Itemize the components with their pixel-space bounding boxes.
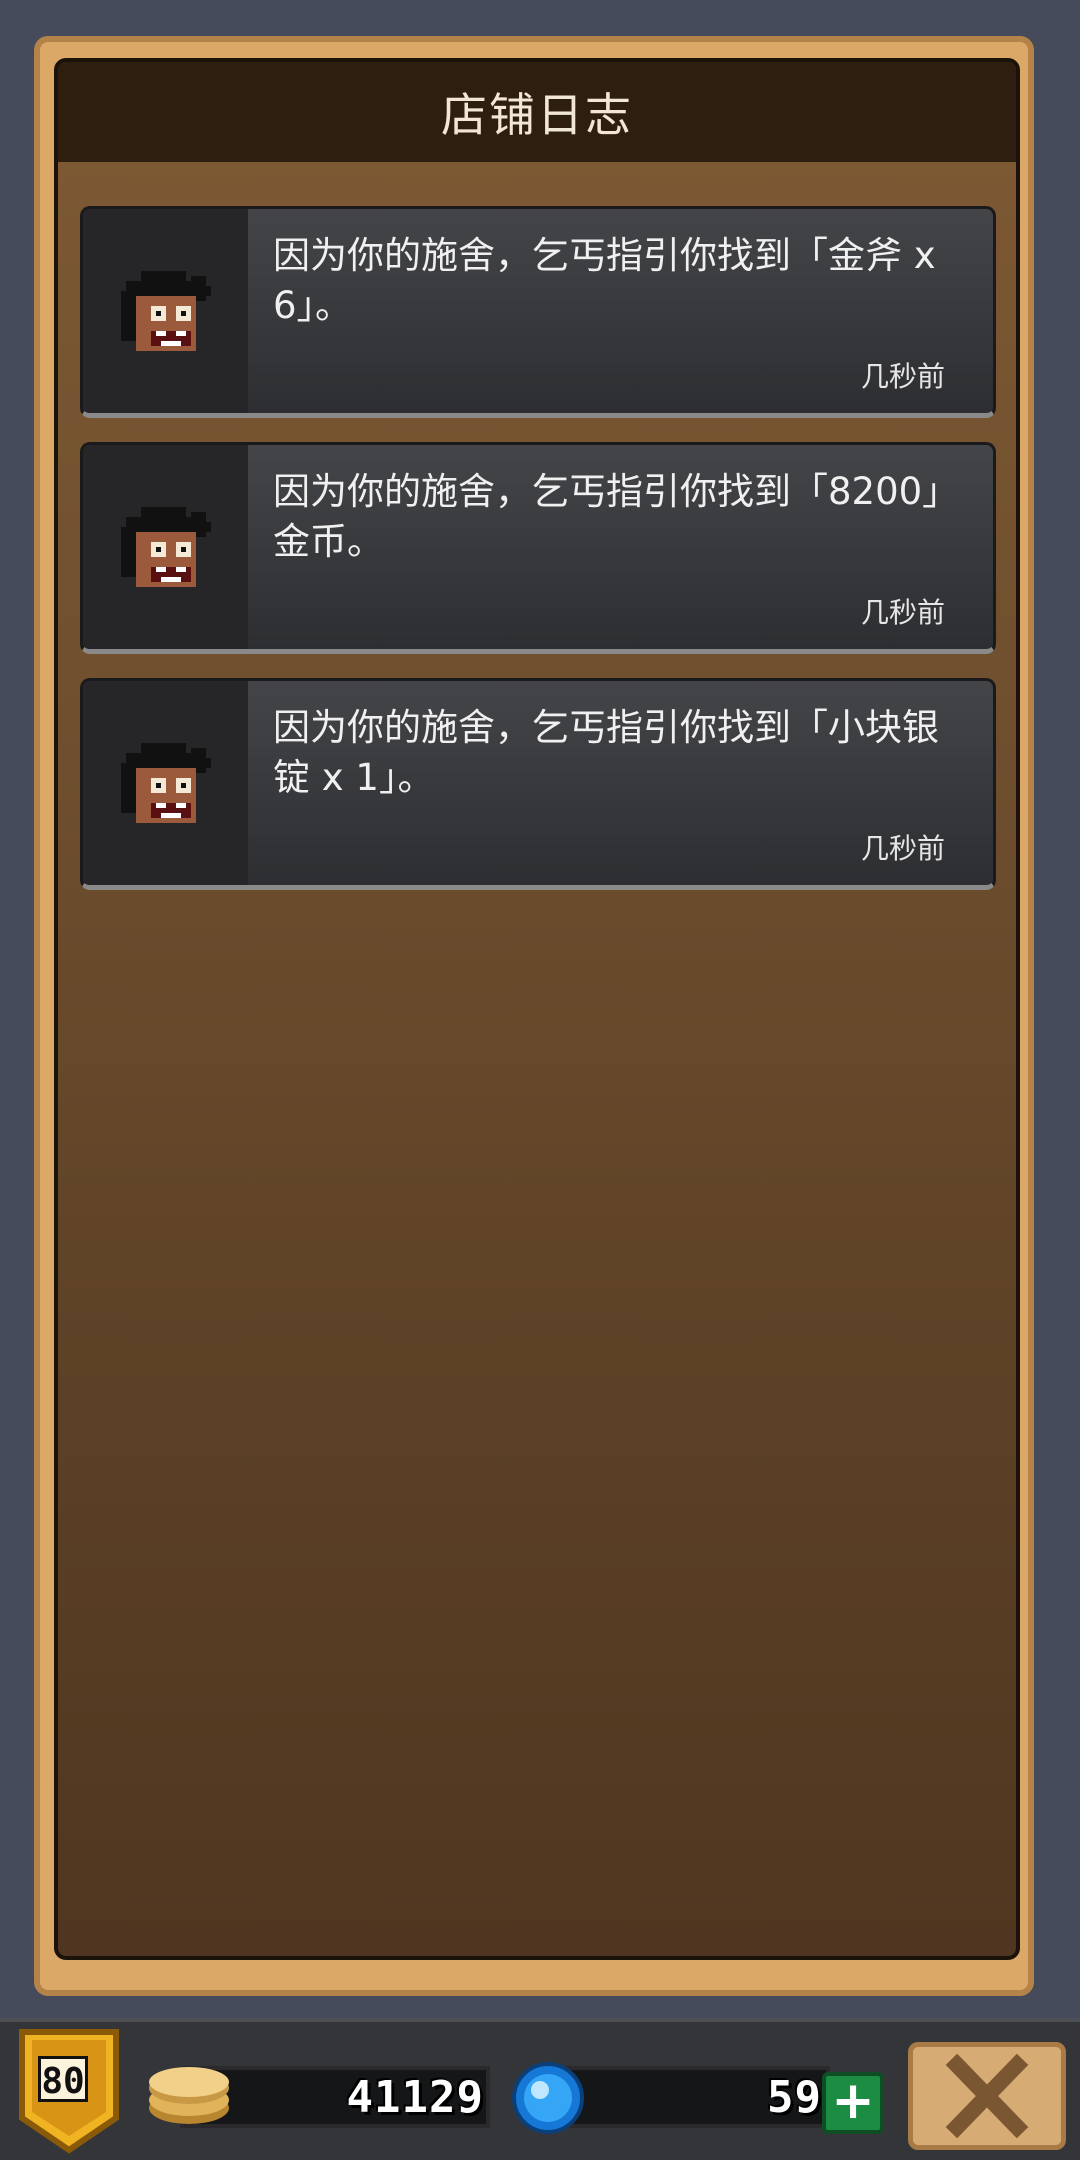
gold-amount: 41129 — [346, 2072, 484, 2123]
log-entry: 因为你的施舍，乞丐指引你找到「金斧 x 6」。 几秒前 — [80, 206, 996, 418]
shop-log-panel: 店铺日志 因为你的施舍，乞丐指引你找到「金斧 x 6」。 几秒前 因为你的施舍，… — [54, 58, 1020, 1960]
log-list: 因为你的施舍，乞丐指引你找到「金斧 x 6」。 几秒前 因为你的施舍，乞丐指引你… — [80, 206, 996, 914]
panel-title: 店铺日志 — [58, 62, 1016, 162]
log-message: 因为你的施舍，乞丐指引你找到「金斧 x 6」。 — [273, 234, 936, 327]
add-gems-button[interactable]: + — [822, 2072, 884, 2134]
log-timestamp: 几秒前 — [860, 596, 945, 629]
blue-gem-icon — [512, 2062, 584, 2134]
avatar — [83, 445, 248, 649]
avatar — [83, 209, 248, 413]
log-message: 因为你的施舍，乞丐指引你找到「8200」金币。 — [273, 470, 960, 563]
beggar-face-icon — [120, 271, 211, 351]
bottom-hud: 80 41129 59 + — [0, 2018, 1080, 2160]
beggar-face-icon — [120, 743, 211, 823]
beggar-face-icon — [120, 507, 211, 587]
close-button[interactable] — [908, 2042, 1066, 2150]
close-x-icon — [945, 2053, 1029, 2139]
player-level: 80 — [38, 2056, 88, 2102]
log-timestamp: 几秒前 — [860, 360, 945, 393]
gem-amount: 59 — [767, 2072, 822, 2123]
avatar — [83, 681, 248, 885]
log-entry: 因为你的施舍，乞丐指引你找到「8200」金币。 几秒前 — [80, 442, 996, 654]
log-timestamp: 几秒前 — [860, 832, 945, 865]
log-entry: 因为你的施舍，乞丐指引你找到「小块银锭 x 1」。 几秒前 — [80, 678, 996, 890]
log-message: 因为你的施舍，乞丐指引你找到「小块银锭 x 1」。 — [273, 706, 939, 799]
gold-coins-icon — [149, 2067, 229, 2124]
